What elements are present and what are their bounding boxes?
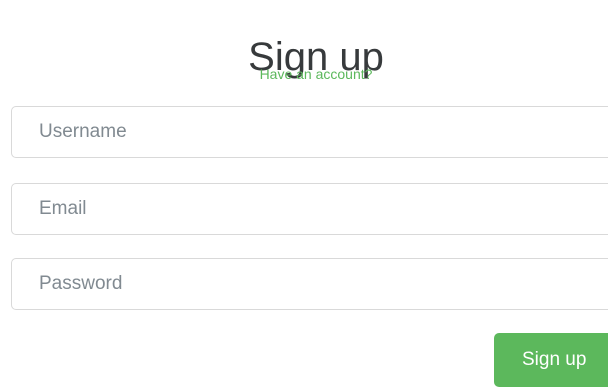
- signup-page: Sign up Have an account? Sign up: [0, 0, 608, 387]
- username-input[interactable]: [11, 106, 608, 158]
- have-account-link[interactable]: Have an account?: [0, 64, 608, 84]
- signup-button[interactable]: Sign up: [494, 333, 608, 387]
- email-input[interactable]: [11, 183, 608, 235]
- password-input[interactable]: [11, 258, 608, 310]
